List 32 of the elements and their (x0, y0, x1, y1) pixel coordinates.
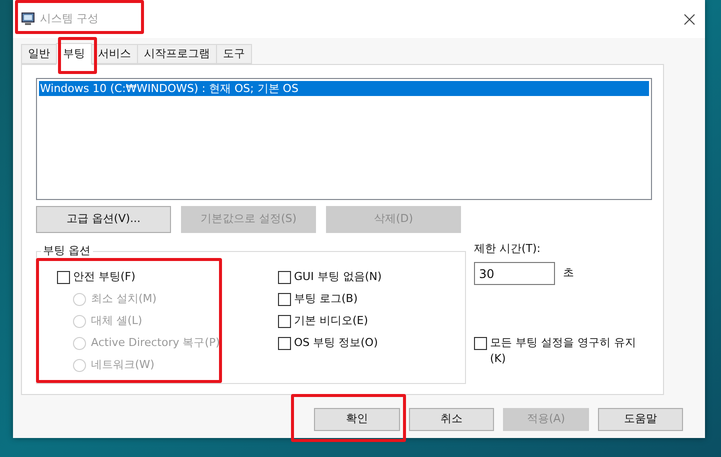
checkbox-label: 모든 부팅 설정을 영구히 유지(K) (490, 335, 637, 367)
window-title: 시스템 구성 (40, 10, 98, 27)
computer-icon (21, 12, 35, 26)
tab[interactable]: 일반 (21, 44, 57, 64)
dialog-button[interactable]: 확인 (314, 408, 400, 431)
tab[interactable]: 부팅 (56, 43, 92, 65)
tab[interactable]: 도구 (216, 44, 252, 64)
checkbox[interactable] (278, 314, 291, 328)
checkbox[interactable] (278, 292, 291, 306)
checkbox[interactable] (278, 336, 291, 350)
checkbox[interactable] (278, 270, 291, 284)
radio-label: Active Directory 복구(P) (91, 334, 220, 351)
checkbox-label: GUI 부팅 없음(N) (294, 268, 382, 285)
dialog-button[interactable]: 취소 (409, 408, 494, 431)
radio-label: 대체 셸(L) (91, 312, 142, 329)
radio-label: 네트워크(W) (91, 356, 154, 373)
group-legend: 부팅 옵션 (41, 243, 92, 259)
checkbox[interactable] (474, 337, 487, 350)
checkbox[interactable] (57, 270, 70, 284)
checkbox-label: OS 부팅 정보(O) (294, 334, 378, 351)
dialog-button[interactable]: 도움말 (598, 408, 683, 431)
unit-label: 초 (563, 265, 574, 282)
checkbox-label: 기본 비디오(E) (294, 312, 368, 329)
timeout-label: 제한 시간(T): (474, 241, 542, 257)
tab[interactable]: 시작프로그램 (137, 44, 217, 64)
list-button[interactable]: 고급 옵션(V)... (36, 206, 171, 233)
close-icon[interactable] (684, 14, 695, 24)
timeout-field[interactable]: 30 (474, 262, 555, 285)
list-item[interactable]: Windows 10 (C:₩WINDOWS) : 현재 OS; 기본 OS (39, 81, 649, 96)
checkbox-label: 부팅 로그(B) (294, 290, 358, 307)
radio-label: 최소 설치(M) (91, 290, 157, 307)
checkbox-label: 안전 부팅(F) (73, 268, 136, 285)
